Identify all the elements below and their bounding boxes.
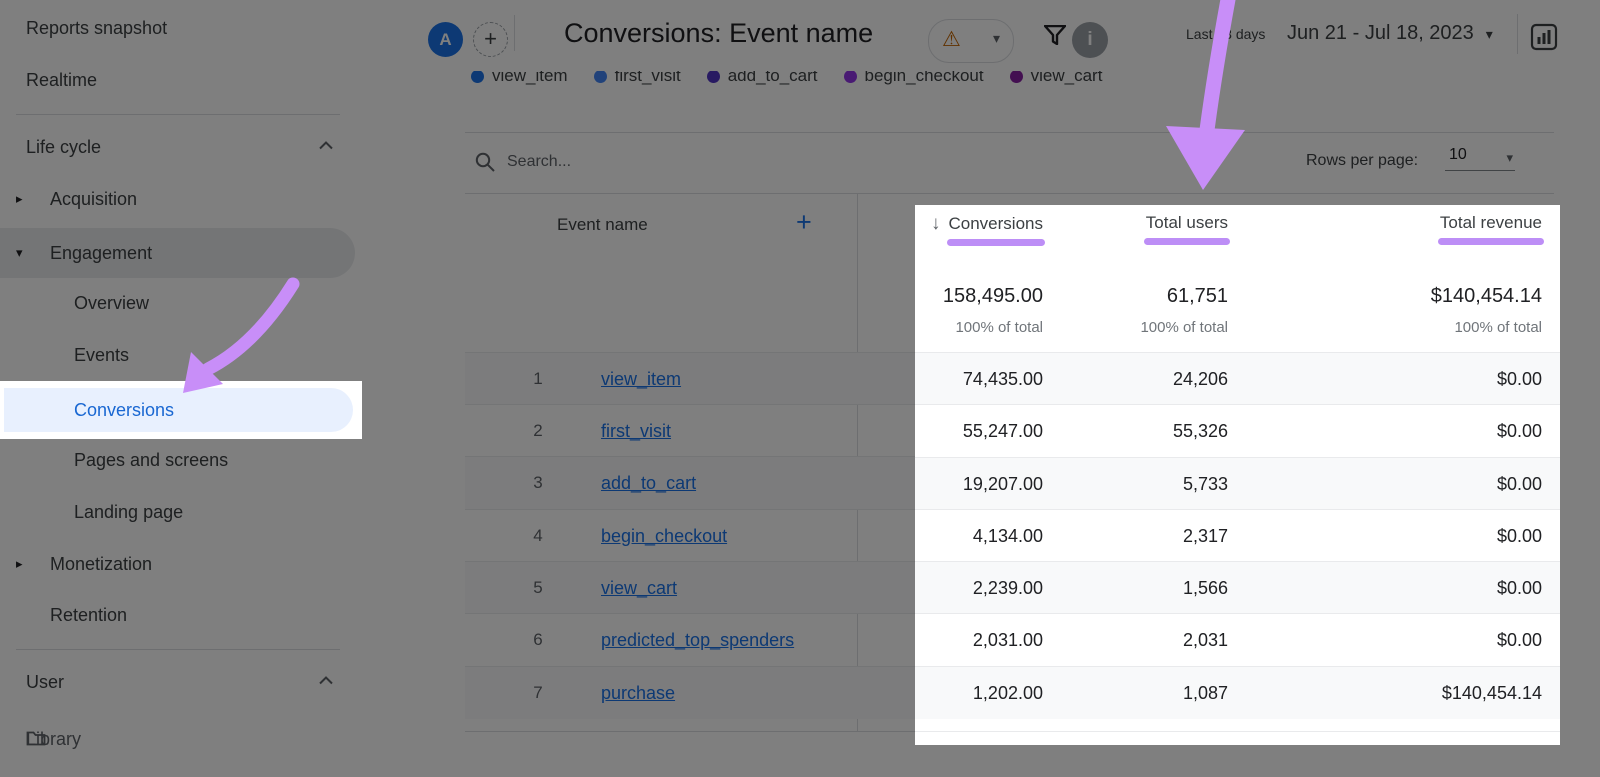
conversions-value: 4,134.00 bbox=[973, 510, 1043, 562]
totals-caption: 100% of total bbox=[1454, 317, 1542, 339]
panel-bottom-divider bbox=[915, 731, 1560, 732]
conversions-value: 2,239.00 bbox=[973, 562, 1043, 614]
users-value: 2,031 bbox=[1183, 614, 1228, 666]
users-value: 1,566 bbox=[1183, 562, 1228, 614]
conversions-column-header[interactable]: ↓ Conversions bbox=[931, 213, 1043, 235]
conversions-spotlight: Conversions bbox=[0, 381, 362, 439]
conversions-value: 55,247.00 bbox=[963, 405, 1043, 457]
metrics-row: 74,435.00 24,206 $0.00 bbox=[915, 352, 1560, 405]
conversions-value: 1,202.00 bbox=[973, 667, 1043, 719]
revenue-value: $0.00 bbox=[1497, 614, 1542, 666]
users-value: 24,206 bbox=[1173, 353, 1228, 405]
total-revenue-column-header[interactable]: Total revenue bbox=[1440, 213, 1542, 233]
total-users-column-header[interactable]: Total users bbox=[1146, 213, 1228, 233]
sidebar-item-label: Conversions bbox=[74, 388, 174, 432]
sidebar-item-conversions[interactable]: Conversions bbox=[4, 388, 353, 432]
column-header-label: Conversions bbox=[949, 214, 1044, 234]
metrics-spotlight-panel: ↓ Conversions Total users Total revenue … bbox=[915, 205, 1560, 745]
metrics-row: 2,239.00 1,566 $0.00 bbox=[915, 561, 1560, 614]
users-value: 55,326 bbox=[1173, 405, 1228, 457]
metrics-row: 19,207.00 5,733 $0.00 bbox=[915, 457, 1560, 510]
totals-conversions: 158,495.00 bbox=[943, 283, 1043, 309]
totals-users: 61,751 bbox=[1167, 283, 1228, 309]
revenue-value: $0.00 bbox=[1497, 353, 1542, 405]
metrics-row: 1,202.00 1,087 $140,454.14 bbox=[915, 666, 1560, 719]
totals-revenue: $140,454.14 bbox=[1431, 283, 1542, 309]
conversions-value: 2,031.00 bbox=[973, 614, 1043, 666]
metrics-row: 2,031.00 2,031 $0.00 bbox=[915, 613, 1560, 666]
revenue-value: $0.00 bbox=[1497, 458, 1542, 510]
users-value: 2,317 bbox=[1183, 510, 1228, 562]
conversions-value: 74,435.00 bbox=[963, 353, 1043, 405]
metrics-row: 4,134.00 2,317 $0.00 bbox=[915, 509, 1560, 562]
totals-caption: 100% of total bbox=[955, 317, 1043, 339]
users-value: 5,733 bbox=[1183, 458, 1228, 510]
sort-descending-icon: ↓ bbox=[931, 213, 941, 235]
revenue-value: $0.00 bbox=[1497, 510, 1542, 562]
column-header-label: Total revenue bbox=[1440, 213, 1542, 233]
revenue-value: $0.00 bbox=[1497, 405, 1542, 457]
column-header-label: Total users bbox=[1146, 213, 1228, 233]
revenue-value: $140,454.14 bbox=[1442, 667, 1542, 719]
revenue-value: $0.00 bbox=[1497, 562, 1542, 614]
totals-caption: 100% of total bbox=[1140, 317, 1228, 339]
metrics-row: 55,247.00 55,326 $0.00 bbox=[915, 404, 1560, 457]
users-value: 1,087 bbox=[1183, 667, 1228, 719]
conversions-value: 19,207.00 bbox=[963, 458, 1043, 510]
